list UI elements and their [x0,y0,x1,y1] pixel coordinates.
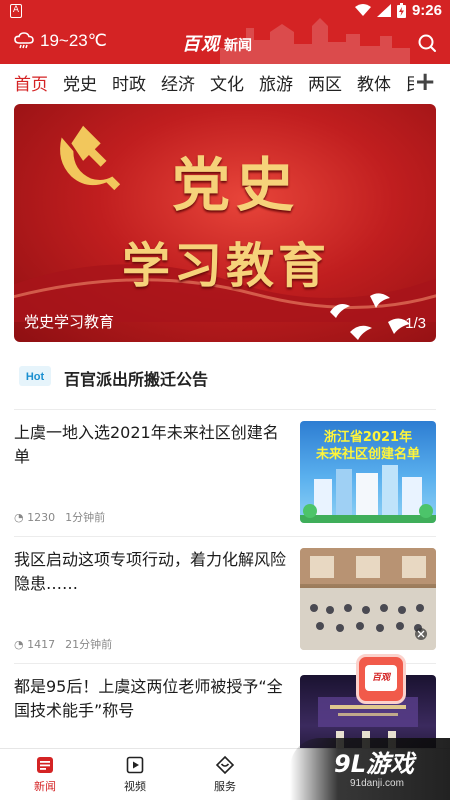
battery-charging-icon [396,3,406,18]
notice-icon: Hot [19,366,51,386]
tab-livelihood[interactable]: 民 [406,70,414,99]
nav-label: 视频 [124,780,146,793]
views-count: ◔ 1230 [14,511,55,524]
tab-economy[interactable]: 经济 [161,70,195,99]
video-icon [126,756,144,774]
app-logo: 百观 新闻 [182,30,252,56]
tab-education-sports[interactable]: 教体 [357,70,391,99]
eye-icon: ◔ [14,637,24,651]
service-icon [215,755,235,775]
tab-list: 首页 党史 时政 经济 文化 旅游 两区 教体 民 [14,70,414,99]
news-item[interactable]: 上虞一地入选2021年未来社区创建名单 ◔ 1230 1分钟前 浙江省2021年… [14,421,436,525]
divider [14,409,436,410]
status-icons: 9:26 [354,2,442,19]
logo-main-text: 百观 [182,34,220,55]
buildings-illustration [300,465,436,523]
tab-politics[interactable]: 时政 [112,70,146,99]
tab-tourism[interactable]: 旅游 [259,70,293,99]
svg-text:Hot: Hot [26,371,45,383]
nav-label: 服务 [214,780,236,793]
banner-headline-line2: 学习教育 [122,238,331,294]
logo-sub-text: 新闻 [224,38,252,54]
weather-widget[interactable]: 19~23℃ [14,31,107,51]
banner-pager: 1/3 [405,315,426,332]
news-icon [37,757,53,773]
wifi-icon [354,4,371,16]
news-meta: ◔ 1417 21分钟前 [14,636,112,652]
site-watermark: 9L游戏 91danji.com [290,738,450,800]
news-thumbnail [300,548,436,650]
tab-home[interactable]: 首页 [14,70,48,99]
nav-label: 新闻 [34,780,56,793]
banner-caption: 党史学习教育 [24,313,115,331]
signal-icon [376,4,391,17]
category-tabs: 首页 党史 时政 经济 文化 旅游 两区 教体 民 + [0,64,450,102]
watermark-sub: 91danji.com [350,778,404,789]
news-meta: ◔ 1230 1分钟前 [14,509,105,525]
meeting-hall-photo [300,548,436,650]
tab-two-districts[interactable]: 两区 [308,70,342,99]
floating-app-badge[interactable]: 百观 [356,654,406,704]
news-time: 1分钟前 [65,511,106,524]
news-time: 21分钟前 [65,638,113,651]
views-count: ◔ 1417 [14,638,55,651]
plus-icon[interactable]: + [414,69,436,95]
tab-party-history[interactable]: 党史 [63,70,97,99]
notification-a-icon: A [10,4,22,18]
views-number: 1230 [27,510,56,524]
status-bar: A 9:26 [0,0,450,24]
weather-text: 19~23℃ [40,31,107,50]
floating-badge-text: 百观 [365,665,397,691]
app-header: 19~23℃ 百观 新闻 [0,26,450,62]
nav-item-video[interactable]: 视频 [105,755,165,794]
top-bar: A 9:26 19~23℃ 百观 新闻 [0,0,450,64]
news-item[interactable]: 我区启动这项专项行动，着力化解风险隐患…… ◔ 1417 21分钟前 [14,548,436,652]
views-number: 1417 [27,637,56,651]
notice-text: 百官派出所搬迁公告 [64,370,209,389]
nav-item-service[interactable]: 服务 [195,755,255,794]
banner-carousel[interactable]: 党史 学习教育 党史学习教育 1/3 [14,104,436,342]
banner-headline-line1: 党史 [172,151,301,219]
party-emblem-icon [60,125,121,191]
eye-icon: ◔ [14,510,24,524]
clock: 9:26 [411,2,442,19]
news-title: 我区启动这项专项行动，着力化解风险隐患…… [14,550,287,593]
news-title: 上虞一地入选2021年未来社区创建名单 [14,423,279,466]
watermark-main: 9L游戏 [334,750,414,778]
search-icon[interactable] [416,32,438,54]
doves-decoration [330,293,410,340]
divider [14,536,436,537]
news-thumbnail: 浙江省2021年 未来社区创建名单 [300,421,436,523]
nav-item-news[interactable]: 新闻 [15,755,75,794]
notice-row[interactable]: Hot 百官派出所搬迁公告 [14,358,436,398]
news-title: 都是95后！上虞这两位老师被授予“全国技术能手”称号 [14,677,283,720]
cloud-rain-icon [14,32,34,49]
tab-culture[interactable]: 文化 [210,70,244,99]
